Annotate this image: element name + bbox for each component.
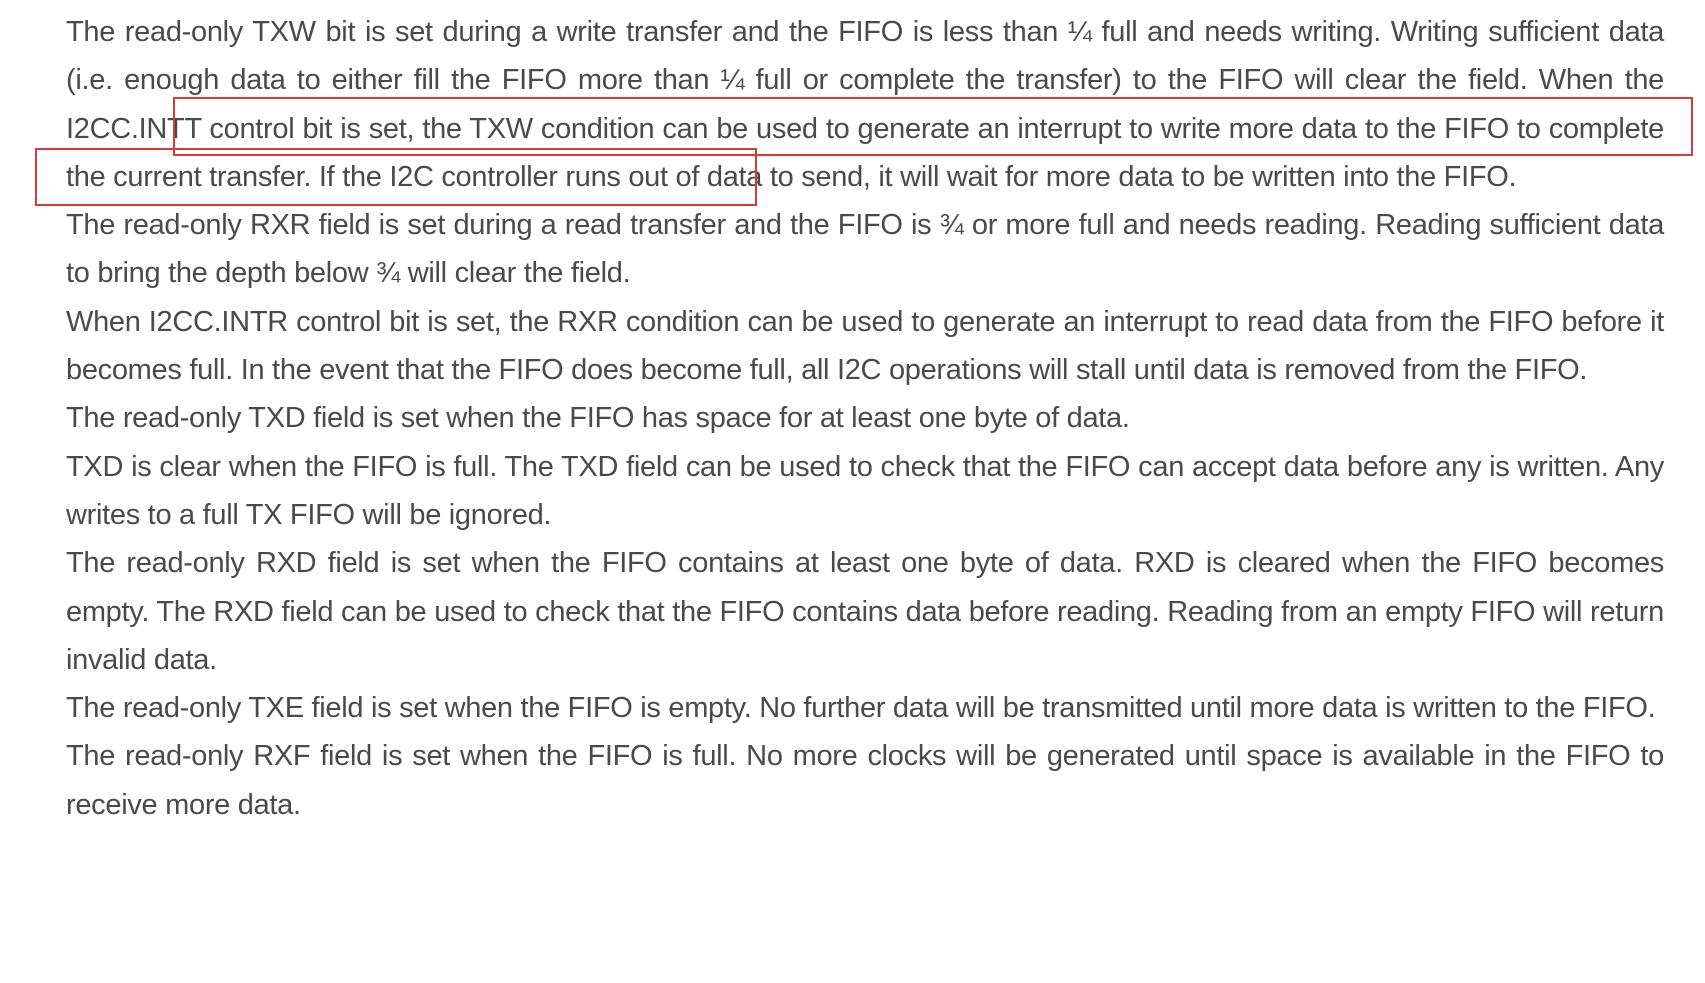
paragraph-txw-tail: If the I2C controller runs out of data t… <box>311 160 1517 193</box>
paragraph-txd-clear: TXD is clear when the FIFO is full. The … <box>66 450 1664 531</box>
paragraph-rxd: The read-only RXD field is set when the … <box>66 547 1664 676</box>
paragraph-txe: The read-only TXE field is set when the … <box>66 692 1656 725</box>
paragraph-intr: When I2CC.INTR control bit is set, the R… <box>66 305 1664 387</box>
paragraph-rxf: The read-only RXF field is set when the … <box>66 740 1664 821</box>
paragraph-rxr: The read-only RXR field is set during a … <box>66 209 1664 290</box>
document-body: The read-only TXW bit is set during a wr… <box>66 8 1664 829</box>
paragraph-txw: The read-only TXW bit is set during a wr… <box>66 8 1664 201</box>
paragraph-txd: The read-only TXD field is set when the … <box>66 402 1130 435</box>
paragraph-txw-text: The read-only TXW bit is set during a wr… <box>66 16 1664 97</box>
